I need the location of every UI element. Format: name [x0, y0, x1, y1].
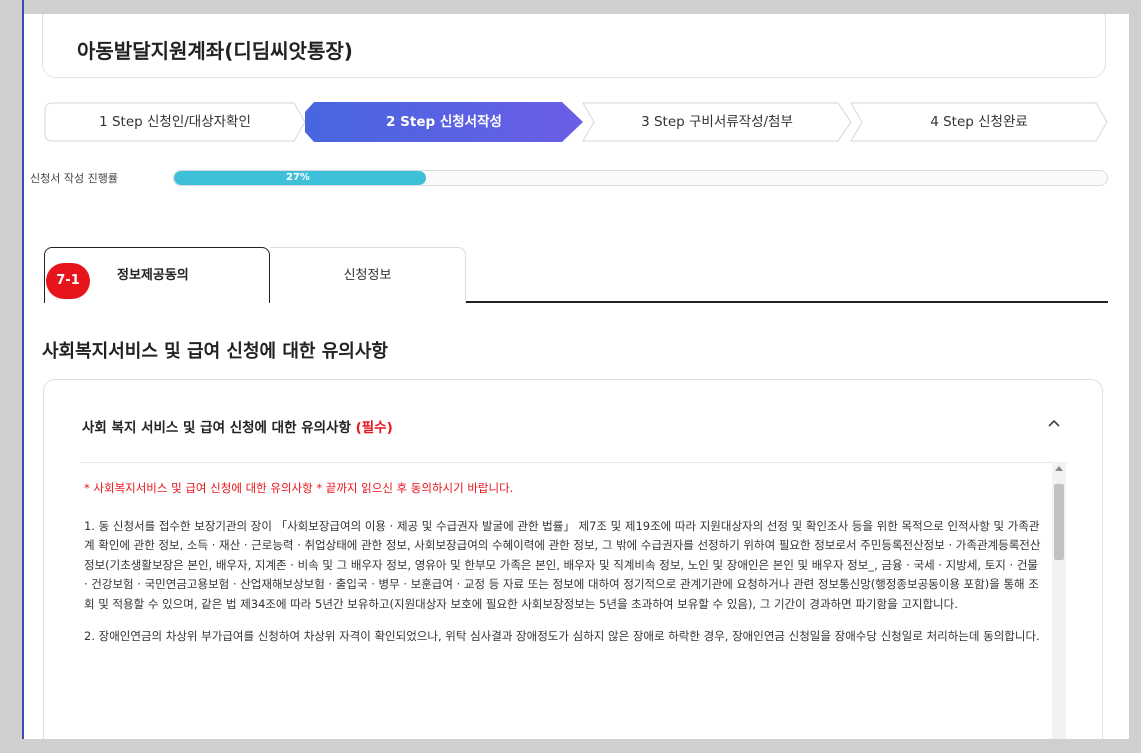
- tab-application-info-label: 신청정보: [343, 268, 392, 283]
- step-4-label: 4 Step 신청완료: [930, 114, 1028, 130]
- notice-paragraph-2: 2. 장애인연금의 차상위 부가급여를 신청하여 차상위 자격이 확인되었으나,…: [84, 629, 1040, 643]
- notice-scrollbar[interactable]: [1052, 462, 1066, 739]
- step-3-label: 3 Step 구비서류작성/첨부: [641, 114, 793, 130]
- notice-accordion: 사회 복지 서비스 및 급여 신청에 대한 유의사항 (필수) * 사회복지서비…: [43, 379, 1103, 739]
- progress-track: 27%: [173, 170, 1108, 186]
- scroll-up-arrow-icon[interactable]: [1055, 466, 1063, 471]
- step-3: 3 Step 구비서류작성/첨부: [582, 102, 852, 142]
- tab-application-info[interactable]: 신청정보: [270, 247, 466, 303]
- page: 아동발달지원계좌(디딤씨앗통장) 1 Step 신청인/대상자확인 2 Step…: [24, 14, 1129, 739]
- scroll-thumb[interactable]: [1054, 484, 1064, 560]
- step-1: 1 Step 신청인/대상자확인: [44, 102, 306, 142]
- progress-label: 신청서 작성 진행률: [30, 172, 118, 185]
- step-2-label: 2 Step 신청서작성: [386, 114, 502, 130]
- notice-heading[interactable]: 사회 복지 서비스 및 급여 신청에 대한 유의사항 (필수): [82, 416, 393, 436]
- chevron-up-icon[interactable]: [1046, 416, 1062, 430]
- notice-warning: * 사회복지서비스 및 급여 신청에 대한 유의사항 * 끝까지 읽으신 후 동…: [84, 481, 514, 495]
- step-1-label: 1 Step 신청인/대상자확인: [99, 114, 251, 130]
- step-badge: 7-1: [46, 263, 90, 299]
- step-4: 4 Step 신청완료: [850, 102, 1108, 142]
- bottom-strip: [0, 739, 1141, 753]
- section-title: 사회복지서비스 및 급여 신청에 대한 유의사항: [42, 341, 388, 362]
- step-progress-bar: 1 Step 신청인/대상자확인 2 Step 신청서작성 3 Step 구비서…: [44, 102, 1108, 142]
- title-card: 아동발달지원계좌(디딤씨앗통장): [42, 14, 1106, 78]
- notice-scroll-box[interactable]: * 사회복지서비스 및 급여 신청에 대한 유의사항 * 끝까지 읽으신 후 동…: [80, 462, 1068, 739]
- page-title: 아동발달지원계좌(디딤씨앗통장): [77, 39, 353, 63]
- left-border-rule: [22, 0, 24, 753]
- required-mark: (필수): [355, 420, 393, 436]
- top-strip: [0, 0, 1141, 14]
- progress-percent: 27%: [286, 172, 310, 183]
- tab-bar: 정보제공동의 신청정보 7-1: [44, 247, 1108, 303]
- progress-fill: 27%: [174, 171, 426, 185]
- notice-paragraph-1: 1. 동 신청서를 접수한 보장기관의 장이 「사회보장급여의 이용 · 제공 …: [84, 518, 1041, 611]
- step-2-active: 2 Step 신청서작성: [304, 102, 584, 142]
- notice-body: * 사회복지서비스 및 급여 신청에 대한 유의사항 * 끝까지 읽으신 후 동…: [84, 479, 1044, 660]
- notice-heading-text: 사회 복지 서비스 및 급여 신청에 대한 유의사항: [82, 420, 351, 436]
